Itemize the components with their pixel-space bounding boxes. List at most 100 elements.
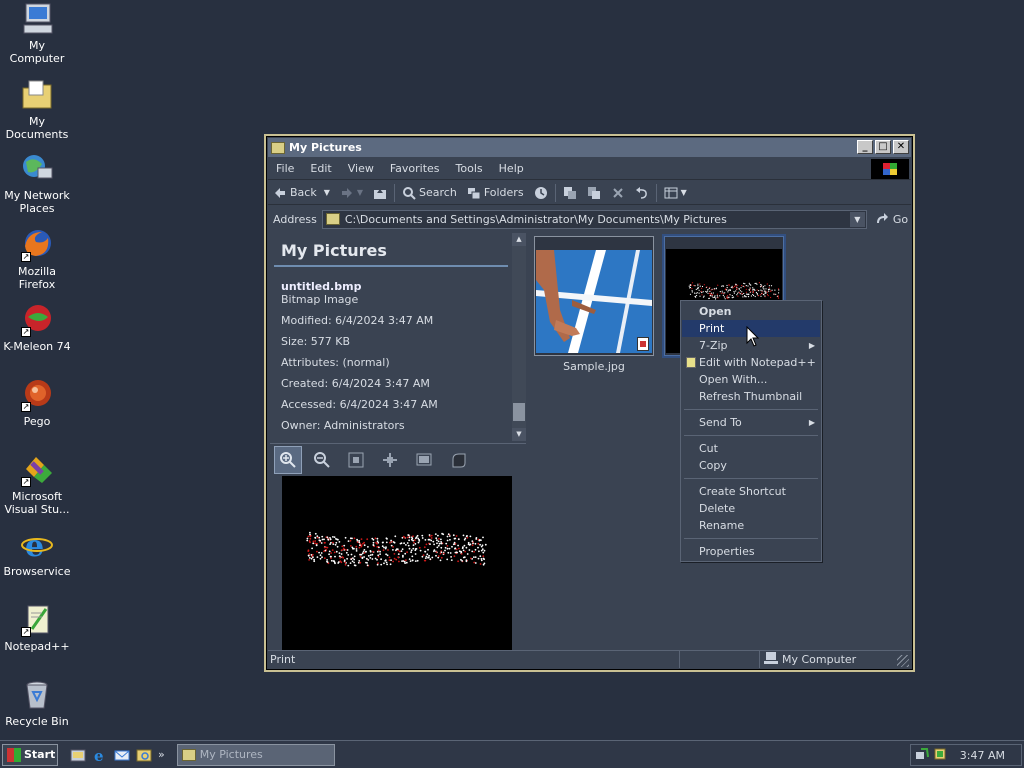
scribble-dot xyxy=(767,289,770,291)
menu-item-cut[interactable]: Cut xyxy=(682,440,820,457)
menu-item-copy[interactable]: Copy xyxy=(682,457,820,474)
scribble-dot xyxy=(392,546,394,548)
scribble-dot xyxy=(350,545,352,547)
actual-size-button[interactable] xyxy=(376,446,404,474)
network-tray-icon[interactable] xyxy=(915,747,929,764)
zoom-out-button[interactable] xyxy=(308,446,336,474)
volume-tray-icon[interactable] xyxy=(933,747,947,764)
menu-item-edit-notepadpp[interactable]: Edit with Notepad++ xyxy=(682,354,820,371)
scribble-dot xyxy=(377,549,380,552)
desktop-icon-browservice[interactable]: e Browservice xyxy=(0,528,74,578)
scribble-dot xyxy=(433,549,436,551)
menu-help[interactable]: Help xyxy=(491,162,532,175)
desktop-icon-my-computer[interactable]: My Computer xyxy=(0,2,74,65)
scribble-dot xyxy=(712,294,714,296)
scribble-dot xyxy=(440,556,443,559)
views-button[interactable]: ▼ xyxy=(659,182,692,204)
menu-edit[interactable]: Edit xyxy=(302,162,339,175)
scribble-dot xyxy=(745,288,747,290)
scribble-dot xyxy=(386,554,389,557)
go-button[interactable]: Go xyxy=(875,212,908,227)
scribble-dot xyxy=(446,539,449,542)
back-button[interactable]: Back ▼ xyxy=(268,182,335,204)
scribble-dot xyxy=(338,541,341,543)
desktop-icon-kmeleon[interactable]: ↗ K-Meleon 74 xyxy=(0,303,74,353)
chevron-down-icon[interactable]: ▼ xyxy=(324,188,330,197)
desktop-icon-pego[interactable]: ↗ Pego xyxy=(0,378,74,428)
scribble-dot xyxy=(362,550,365,553)
details-scrollbar[interactable]: ▲ ▼ xyxy=(512,233,526,441)
menu-favorites[interactable]: Favorites xyxy=(382,162,448,175)
thumbnail-sample[interactable] xyxy=(534,236,654,356)
desktop-icon-my-documents[interactable]: My Documents xyxy=(0,78,74,141)
close-button[interactable]: ✕ xyxy=(893,140,909,154)
zoom-in-button[interactable] xyxy=(274,445,302,474)
menu-tools[interactable]: Tools xyxy=(448,162,491,175)
start-button[interactable]: Start xyxy=(2,743,58,766)
scribble-dot xyxy=(403,542,405,545)
desktop-icon-recycle-bin[interactable]: Recycle Bin xyxy=(0,678,74,728)
desktop-icon-notepadpp[interactable]: ↗ Notepad++ xyxy=(0,603,74,653)
chevron-down-icon[interactable]: ▼ xyxy=(357,188,363,197)
desktop-icon-firefox[interactable]: ↗ Mozilla Firefox xyxy=(0,228,74,291)
menu-view[interactable]: View xyxy=(340,162,382,175)
scribble-dot xyxy=(436,539,438,542)
windows-explorer-icon[interactable] xyxy=(136,747,152,763)
menu-item-rename[interactable]: Rename xyxy=(682,517,820,534)
taskbar-button-my-pictures[interactable]: My Pictures xyxy=(176,743,335,766)
delete-button[interactable] xyxy=(606,182,630,204)
internet-explorer-icon[interactable]: e xyxy=(92,747,108,765)
scribble-dot xyxy=(449,552,452,554)
scribble-dot xyxy=(410,549,413,552)
menu-item-send-to[interactable]: Send To ▶ xyxy=(682,414,820,431)
scribble-dot xyxy=(741,291,743,293)
scribble-dot xyxy=(743,292,745,295)
scroll-up-icon[interactable]: ▲ xyxy=(512,233,526,246)
desktop-icon-network-places[interactable]: My Network Places xyxy=(0,152,74,215)
menu-item-properties[interactable]: Properties xyxy=(682,543,820,560)
slideshow-button[interactable] xyxy=(410,446,438,474)
forward-button[interactable]: ▼ xyxy=(335,182,368,204)
scribble-dot xyxy=(430,534,433,537)
chevron-right-icon[interactable]: » xyxy=(158,748,165,761)
scroll-down-icon[interactable]: ▼ xyxy=(512,428,526,441)
scribble-dot xyxy=(337,562,340,564)
scribble-dot xyxy=(771,289,773,291)
scribble-dot xyxy=(711,295,713,297)
menu-item-create-shortcut[interactable]: Create Shortcut xyxy=(682,483,820,500)
thumbnail-caption[interactable]: Sample.jpg xyxy=(534,360,654,373)
scribble-dot xyxy=(330,541,332,544)
menu-file[interactable]: File xyxy=(268,162,302,175)
up-folder-button[interactable] xyxy=(368,182,392,204)
address-input[interactable]: C:\Documents and Settings\Administrator\… xyxy=(321,209,867,229)
menu-item-open-with[interactable]: Open With... xyxy=(682,371,820,388)
chevron-down-icon[interactable]: ▼ xyxy=(849,211,865,227)
show-desktop-icon[interactable] xyxy=(70,747,86,763)
desktop-icon-label: Notepad++ xyxy=(4,640,70,653)
maximize-button[interactable]: □ xyxy=(875,140,891,154)
search-button[interactable]: Search xyxy=(397,182,462,204)
move-to-button[interactable] xyxy=(558,182,582,204)
scribble-dot xyxy=(405,544,407,546)
scribble-dot xyxy=(387,549,389,551)
minimize-button[interactable]: _ xyxy=(857,140,873,154)
scribble-dot xyxy=(766,283,768,285)
scribble-dot xyxy=(752,293,754,296)
outlook-express-icon[interactable] xyxy=(114,747,130,763)
menu-item-delete[interactable]: Delete xyxy=(682,500,820,517)
rotate-button[interactable] xyxy=(444,446,472,474)
copy-to-button[interactable] xyxy=(582,182,606,204)
history-button[interactable] xyxy=(529,182,553,204)
title-bar[interactable]: My Pictures _ □ ✕ xyxy=(268,138,911,157)
desktop-icon-visual-studio[interactable]: ↗ Microsoft Visual Stu... xyxy=(0,453,74,516)
resize-grip[interactable] xyxy=(897,655,909,667)
scroll-thumb[interactable] xyxy=(513,403,525,421)
scribble-dot xyxy=(694,285,696,287)
menu-item-open[interactable]: Open xyxy=(682,303,820,320)
menu-item-refresh-thumbnail[interactable]: Refresh Thumbnail xyxy=(682,388,820,405)
undo-button[interactable] xyxy=(630,182,654,204)
scribble-dot xyxy=(390,559,392,562)
best-fit-button[interactable] xyxy=(342,446,370,474)
scribble-dot xyxy=(309,531,311,534)
folders-button[interactable]: Folders xyxy=(462,182,529,204)
